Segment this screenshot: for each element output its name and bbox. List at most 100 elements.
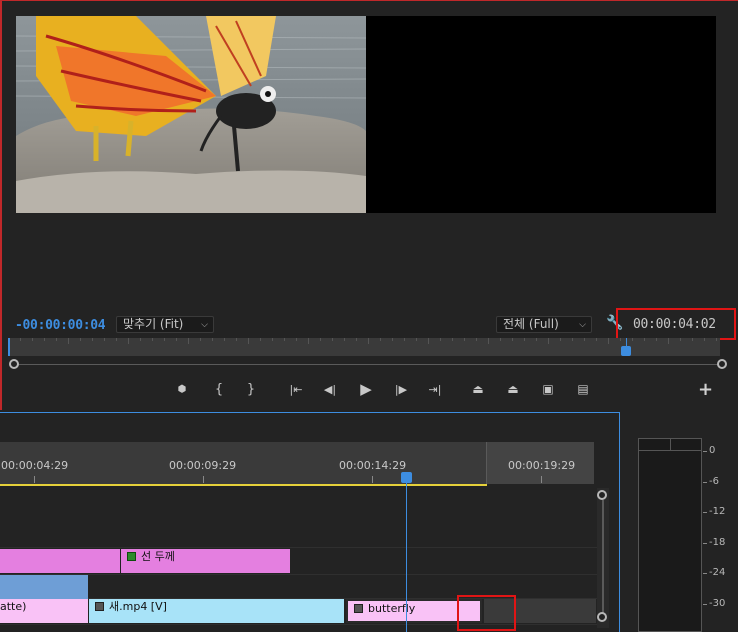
- ruler-tick: [188, 338, 189, 344]
- ruler-tick: [332, 338, 333, 341]
- monitor-playhead[interactable]: [621, 346, 631, 356]
- ruler-tick: [140, 338, 141, 341]
- meter-tick: [703, 451, 707, 452]
- ruler-label: 00:00:09:29: [169, 459, 237, 472]
- zoom-handle-right[interactable]: [717, 359, 727, 369]
- in-point-marker: [8, 338, 10, 356]
- monitor-time-ruler[interactable]: [8, 338, 720, 356]
- ruler-tick: [116, 338, 117, 341]
- extract-button[interactable]: ⏏: [501, 378, 525, 400]
- ruler-tick: [368, 338, 369, 344]
- meter-divider: [670, 438, 671, 450]
- step-back-button[interactable]: ◀|: [318, 378, 342, 400]
- clip-label: butterfly: [368, 602, 416, 615]
- add-marker-button[interactable]: ⬢: [170, 378, 194, 400]
- ruler-tick: [704, 338, 705, 341]
- timeline-playhead[interactable]: [401, 472, 412, 483]
- current-timecode[interactable]: -00:00:00:04: [15, 318, 106, 333]
- clip-title-left[interactable]: [0, 549, 120, 573]
- ruler-tick: [104, 338, 105, 341]
- track-divider: [0, 547, 598, 548]
- clip-label: 새.mp4 [V]: [109, 600, 167, 613]
- lift-icon: ⏏: [472, 382, 484, 396]
- clip-label: 선 두께: [141, 550, 175, 563]
- ruler-tick: [584, 338, 585, 341]
- fx-badge-icon: [127, 552, 136, 561]
- extract-icon: ⏏: [507, 382, 519, 396]
- mark-out-button[interactable]: }: [239, 378, 263, 400]
- meter-divider: [638, 450, 702, 451]
- scroll-handle-bottom[interactable]: [597, 612, 607, 622]
- ruler-tick: [44, 338, 45, 341]
- step-back-icon: ◀|: [323, 382, 337, 396]
- ruler-tick: [524, 338, 525, 341]
- zoom-handle-left[interactable]: [9, 359, 19, 369]
- clip-video[interactable]: 새.mp4 [V]: [89, 599, 344, 623]
- zoom-level-value: 맞추기 (Fit): [123, 317, 184, 331]
- ruler-label: 00:00:14:29: [339, 459, 407, 472]
- export-frame-button[interactable]: ▣: [536, 378, 560, 400]
- camera-icon: ▣: [542, 382, 554, 396]
- ruler-tick: [68, 338, 69, 344]
- ruler-tick: [608, 338, 609, 344]
- step-forward-button[interactable]: |▶: [389, 378, 413, 400]
- highlight-box: [457, 595, 516, 631]
- compare-view-button[interactable]: ▤: [571, 378, 595, 400]
- marker-icon: ⬢: [177, 383, 187, 395]
- ruler-tick: [284, 338, 285, 341]
- go-to-out-icon: ⇥|: [428, 382, 442, 396]
- clip-label: atte): [0, 600, 27, 613]
- ruler-tick: [320, 338, 321, 341]
- highlight-box: [616, 308, 736, 340]
- scrollbar-track[interactable]: [602, 500, 604, 614]
- film-icon: ▤: [577, 382, 589, 396]
- ruler-tick: [200, 338, 201, 341]
- add-button[interactable]: +: [698, 379, 713, 400]
- ruler-tick: [380, 338, 381, 341]
- ruler-tick: [680, 338, 681, 341]
- ruler-tick: [416, 338, 417, 341]
- go-to-in-button[interactable]: |⇤: [284, 378, 308, 400]
- ruler-tick: [692, 338, 693, 341]
- go-to-out-button[interactable]: ⇥|: [423, 378, 447, 400]
- ruler-tick: [500, 338, 501, 341]
- play-icon: ▶: [360, 380, 372, 398]
- ruler-tick: [541, 476, 542, 483]
- ruler-tick: [632, 338, 633, 341]
- ruler-tick: [536, 338, 537, 341]
- chevron-down-icon: ⌵: [201, 320, 208, 330]
- ruler-label: 00:00:19:29: [508, 459, 576, 472]
- ruler-tick: [296, 338, 297, 341]
- ruler-tick: [56, 338, 57, 341]
- step-forward-icon: |▶: [394, 382, 408, 396]
- ruler-tick: [80, 338, 81, 341]
- ruler-tick: [596, 338, 597, 341]
- monitor-zoom-bar[interactable]: [14, 364, 722, 365]
- ruler-tick: [176, 338, 177, 341]
- ruler-tick: [668, 338, 669, 344]
- clip-title[interactable]: 선 두께: [121, 549, 290, 573]
- clip-matte[interactable]: atte): [0, 599, 88, 623]
- ruler-tick: [344, 338, 345, 341]
- zoom-level-select[interactable]: 맞추기 (Fit) ⌵: [116, 316, 214, 333]
- meter-label: 0: [709, 445, 716, 456]
- mark-in-button[interactable]: {: [207, 378, 231, 400]
- meter-tick: [703, 512, 707, 513]
- meter-label: -6: [709, 476, 719, 487]
- scroll-handle-top[interactable]: [597, 490, 607, 500]
- track-divider: [0, 574, 598, 575]
- clip-blue[interactable]: [0, 575, 88, 599]
- fx-badge-icon: [354, 604, 363, 613]
- play-button[interactable]: ▶: [354, 378, 378, 400]
- mark-in-icon: {: [214, 381, 224, 397]
- playback-resolution-select[interactable]: 전체 (Full) ⌵: [496, 316, 592, 333]
- ruler-tick: [372, 476, 373, 483]
- ruler-tick: [203, 476, 204, 483]
- ruler-tick: [32, 338, 33, 341]
- meter-label: -18: [709, 537, 726, 548]
- ruler-tick: [716, 338, 717, 341]
- go-to-in-icon: |⇤: [289, 382, 303, 396]
- ruler-tick: [656, 338, 657, 341]
- ruler-tick: [440, 338, 441, 341]
- lift-button[interactable]: ⏏: [466, 378, 490, 400]
